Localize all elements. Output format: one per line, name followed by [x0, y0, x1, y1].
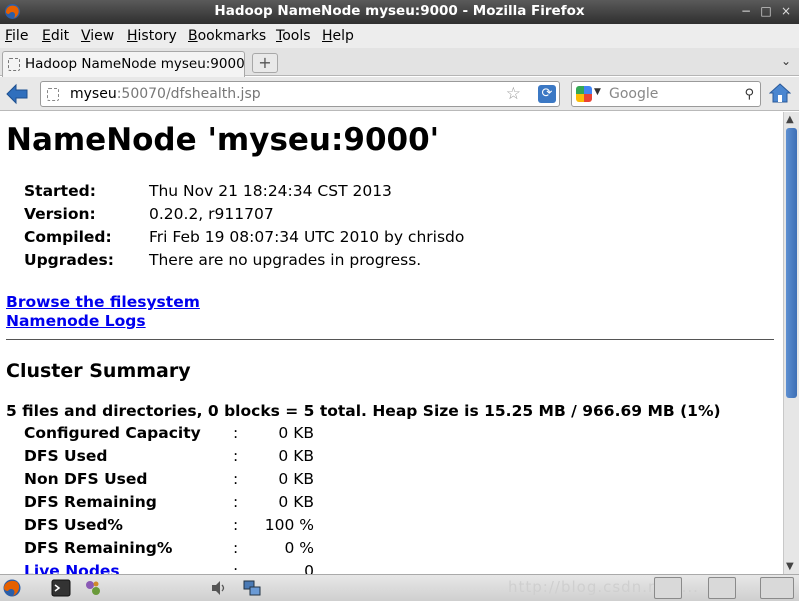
close-button[interactable]: × [778, 3, 794, 19]
google-icon[interactable] [576, 86, 592, 102]
search-binoculars-icon[interactable]: ⚲ [744, 87, 754, 102]
browse-filesystem-link[interactable]: Browse the filesystem [6, 293, 200, 312]
menu-view[interactable]: View [81, 28, 114, 44]
stat-value: 0 KB [278, 470, 314, 488]
menu-history-accel: H [127, 28, 138, 44]
stat-value: 0 KB [278, 447, 314, 465]
tab-hadoop-namenode[interactable]: Hadoop NameNode myseu:9000 [2, 51, 245, 77]
firefox-window-button[interactable] [708, 577, 736, 599]
maximize-button[interactable]: □ [758, 3, 774, 19]
menu-file-accel: F [5, 28, 13, 44]
window-title: Hadoop NameNode myseu:9000 - Mozilla Fir… [214, 3, 585, 19]
back-arrow-icon[interactable] [5, 83, 29, 105]
info-key: Started: [24, 182, 96, 200]
settings-launcher-icon[interactable] [83, 578, 103, 598]
navigation-bar: myseu:50070/dfshealth.jsp ☆ ⟳ ▼ Google ⚲ [0, 77, 799, 111]
live-nodes-link[interactable]: Live Nodes [24, 562, 120, 574]
menu-file-rest: ile [12, 28, 29, 44]
info-value: There are no upgrades in progress. [149, 251, 422, 269]
reload-icon[interactable]: ⟳ [538, 85, 556, 103]
volume-icon[interactable] [209, 578, 229, 598]
menu-bar: File Edit View History Bookmarks Tools H… [0, 24, 799, 48]
tab-list-chevron-icon[interactable]: ⌄ [781, 54, 791, 68]
menu-help[interactable]: Help [322, 28, 354, 44]
stat-key: DFS Used [24, 447, 108, 465]
search-bar[interactable]: ▼ Google ⚲ [571, 81, 761, 107]
stat-key: DFS Used% [24, 516, 123, 534]
url-host: myseu [70, 86, 117, 102]
namenode-logs-link[interactable]: Namenode Logs [6, 312, 200, 331]
stat-key: Non DFS Used [24, 470, 148, 488]
terminal-launcher-icon[interactable] [51, 578, 71, 598]
firefox-launcher-icon[interactable] [2, 578, 22, 598]
info-value: Thu Nov 21 18:24:34 CST 2013 [149, 182, 392, 200]
info-key: Version: [24, 205, 96, 223]
info-key: Compiled: [24, 228, 112, 246]
info-key: Upgrades: [24, 251, 114, 269]
menu-tools-rest: ools [282, 28, 311, 44]
cluster-summary-heading: Cluster Summary [6, 360, 191, 382]
minimize-button[interactable]: − [738, 3, 754, 19]
stat-value: 0 % [284, 539, 314, 557]
scroll-down-arrow-icon[interactable]: ▼ [786, 561, 794, 572]
stat-key: DFS Remaining% [24, 539, 173, 557]
tab-label: Hadoop NameNode myseu:9000 [25, 56, 245, 72]
vertical-scrollbar[interactable]: ▲ ▼ [783, 112, 799, 574]
network-icon[interactable] [242, 578, 262, 598]
menu-edit[interactable]: Edit [42, 28, 69, 44]
horizontal-rule [6, 339, 774, 340]
stat-value: 0 KB [278, 424, 314, 442]
menu-edit-accel: E [42, 28, 51, 44]
menu-history-rest: istory [137, 28, 177, 44]
menu-view-accel: V [81, 28, 91, 44]
menu-history[interactable]: History [127, 28, 177, 44]
menu-edit-rest: dit [50, 28, 70, 44]
menu-view-rest: iew [90, 28, 115, 44]
page-title: NameNode 'myseu:9000' [6, 122, 440, 158]
namenode-links: Browse the filesystem Namenode Logs [6, 293, 200, 331]
menu-help-accel: H [322, 28, 333, 44]
site-identity-icon[interactable] [47, 88, 59, 101]
new-tab-button[interactable]: + [252, 53, 278, 73]
home-icon[interactable] [769, 83, 791, 103]
page-content: NameNode 'myseu:9000' Started: Thu Nov 2… [0, 112, 783, 574]
info-value: 0.20.2, r911707 [149, 205, 274, 223]
tab-bar: Hadoop NameNode myseu:9000 + ⌄ [0, 48, 799, 77]
menu-bookmarks-accel: B [188, 28, 198, 44]
window-title-bar: Hadoop NameNode myseu:9000 - Mozilla Fir… [0, 0, 799, 24]
stat-value: 0 [304, 562, 314, 574]
scrollbar-thumb[interactable] [786, 128, 797, 398]
info-value: Fri Feb 19 08:07:34 UTC 2010 by chrisdo [149, 228, 465, 246]
url-bar[interactable]: myseu:50070/dfshealth.jsp ☆ ⟳ [40, 81, 560, 107]
url-path: :50070/dfshealth.jsp [116, 86, 261, 102]
workspace-switcher[interactable] [760, 577, 794, 599]
desktop-taskbar: http://blog.csdn.net/... [0, 574, 799, 601]
search-input[interactable]: Google [609, 86, 658, 102]
stat-key: DFS Remaining [24, 493, 157, 511]
terminal-window-button[interactable] [654, 577, 682, 599]
cluster-summary-line: 5 files and directories, 0 blocks = 5 to… [6, 402, 721, 420]
engine-dropdown-icon[interactable]: ▼ [594, 87, 601, 97]
page-icon [8, 58, 20, 71]
menu-tools[interactable]: Tools [276, 28, 311, 44]
bookmark-star-icon[interactable]: ☆ [506, 84, 521, 104]
stat-key: Configured Capacity [24, 424, 201, 442]
stat-value: 0 KB [278, 493, 314, 511]
menu-file[interactable]: File [5, 28, 28, 44]
scroll-up-arrow-icon[interactable]: ▲ [786, 114, 794, 125]
menu-help-rest: elp [332, 28, 354, 44]
stat-value: 100 % [264, 516, 314, 534]
menu-bookmarks-rest: ookmarks [197, 28, 267, 44]
url-text[interactable]: myseu:50070/dfshealth.jsp [70, 86, 261, 102]
menu-bookmarks[interactable]: Bookmarks [188, 28, 266, 44]
